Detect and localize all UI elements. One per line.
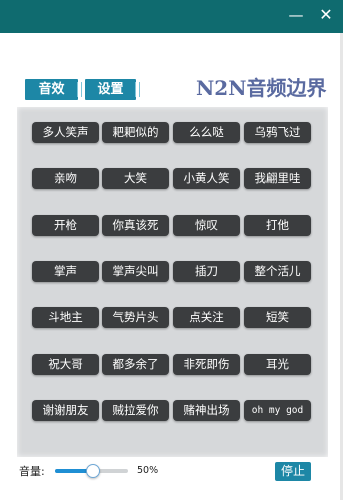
sound-effects-panel: 多人笑声 耙耙似的 么么哒 乌鸦飞过亲吻 大笑 小黄人笑 我翩里哇开枪 你真该死 惊叹 打他掌声掌… xyxy=(17,107,328,457)
stop-button[interactable]: 停止 xyxy=(275,462,311,481)
sound-effect-button[interactable]: 插刀 xyxy=(173,261,240,282)
sound-effect-button[interactable]: 乌鸦飞过 xyxy=(244,122,311,143)
volume-slider[interactable] xyxy=(55,464,128,478)
sound-effect-button[interactable]: 亲吻 xyxy=(32,168,99,189)
volume-value: 50% xyxy=(137,465,159,476)
sound-effect-button[interactable]: 掌声 xyxy=(32,261,99,282)
sound-effect-button[interactable]: 么么哒 xyxy=(173,122,240,143)
sound-effect-button[interactable]: 贼拉爱你 xyxy=(102,400,169,421)
sound-effect-button[interactable]: 惊叹 xyxy=(173,215,240,236)
volume-slider-thumb[interactable] xyxy=(85,464,100,478)
sound-effect-button[interactable]: 谢谢朋友 xyxy=(32,400,99,421)
brand-logo-text: N2N音频边界 xyxy=(196,76,327,100)
sound-effect-button[interactable]: 祝大哥 xyxy=(32,354,99,375)
sound-effect-button[interactable]: 打他 xyxy=(244,215,311,236)
sound-effect-button[interactable]: 耳光 xyxy=(244,354,311,375)
tab-settings[interactable]: 设置 xyxy=(85,79,140,100)
tab-effects[interactable]: 音效 xyxy=(25,79,82,100)
sound-effect-button[interactable]: 气势片头 xyxy=(102,307,169,328)
sound-effect-button[interactable]: 小黄人笑 xyxy=(173,168,240,189)
volume-label: 音量: xyxy=(19,465,45,478)
sound-effect-button[interactable]: 点关注 xyxy=(173,307,240,328)
sound-effect-button[interactable]: 耙耙似的 xyxy=(102,122,169,143)
sound-effect-button[interactable]: 斗地主 xyxy=(32,307,99,328)
title-bar: — ✕ xyxy=(0,0,343,33)
sound-effect-button[interactable]: 赌神出场 xyxy=(173,400,240,421)
sound-effect-button[interactable]: 开枪 xyxy=(32,215,99,236)
sound-effect-button[interactable]: 都多余了 xyxy=(102,354,169,375)
sound-effect-button[interactable]: 大笑 xyxy=(102,168,169,189)
minimize-button[interactable]: — xyxy=(283,4,309,26)
sound-effect-button[interactable]: 非死即伤 xyxy=(173,354,240,375)
close-button[interactable]: ✕ xyxy=(313,4,339,26)
sound-effect-button[interactable]: 掌声尖叫 xyxy=(102,261,169,282)
sound-effect-button[interactable]: 短笑 xyxy=(244,307,311,328)
sound-effect-button[interactable]: 你真该死 xyxy=(102,215,169,236)
sound-effect-button[interactable]: oh my god xyxy=(244,400,311,421)
sound-effect-button[interactable]: 我翩里哇 xyxy=(244,168,311,189)
sound-effect-button[interactable]: 整个活儿 xyxy=(244,261,311,282)
sound-effect-button[interactable]: 多人笑声 xyxy=(32,122,99,143)
